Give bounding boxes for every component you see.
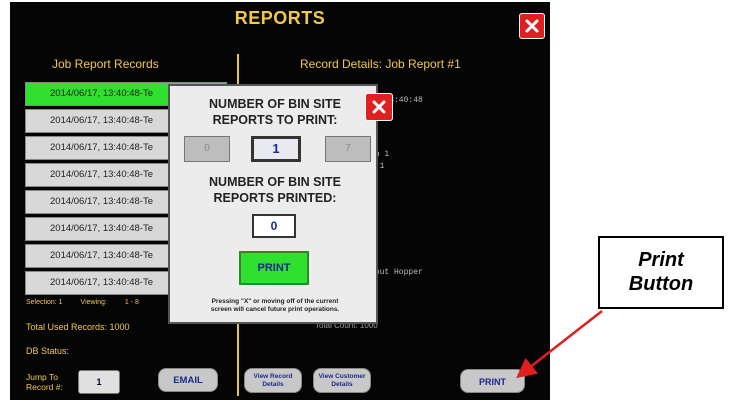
dialog-close-button[interactable]: [365, 93, 393, 121]
cancel-note: Pressing "X" or moving off of the curren…: [178, 298, 372, 314]
note-line: screen will cancel future print operatio…: [210, 306, 340, 313]
close-button[interactable]: [519, 13, 545, 39]
reports-printed-label: NUMBER OF BIN SITE REPORTS PRINTED:: [170, 174, 380, 206]
jump-label-line: Record #:: [26, 382, 63, 392]
dialog-title-line: REPORTS PRINTED:: [213, 191, 337, 205]
button-label-line: Details: [331, 381, 353, 388]
selection-label: Selection: 1: [26, 299, 63, 306]
button-label-line: Details: [262, 381, 284, 388]
reports-count-field[interactable]: 1: [251, 136, 301, 162]
selection-info: Selection: 1 Viewing: 1 - 8: [26, 299, 155, 306]
callout-line: Button: [628, 273, 694, 295]
callout-line: Print: [638, 249, 684, 271]
details-heading: Record Details: Job Report #1: [300, 57, 461, 71]
records-heading: Job Report Records: [52, 57, 159, 71]
note-line: Pressing "X" or moving off of the curren…: [211, 298, 339, 305]
jump-label: Jump To Record #:: [26, 372, 63, 392]
print-dialog: NUMBER OF BIN SITE REPORTS TO PRINT: 0 1…: [168, 84, 393, 324]
reports-to-print-label: NUMBER OF BIN SITE REPORTS TO PRINT:: [170, 96, 380, 128]
reports-printed-value: 0: [252, 214, 296, 238]
increment-button[interactable]: 7: [325, 136, 371, 162]
close-icon: [525, 19, 539, 33]
button-label-line: View Record: [253, 373, 293, 380]
dialog-title-line: NUMBER OF BIN SITE: [209, 175, 341, 189]
dialog-title-line: REPORTS TO PRINT:: [212, 113, 338, 127]
view-record-details-button[interactable]: View Record Details: [244, 368, 302, 393]
print-button-callout: Print Button: [598, 236, 724, 309]
close-icon: [372, 100, 386, 114]
view-customer-details-button[interactable]: View Customer Details: [313, 368, 371, 393]
page-title: REPORTS: [234, 8, 326, 28]
viewing-label: Viewing:: [80, 299, 107, 306]
dialog-title-line: NUMBER OF BIN SITE: [209, 97, 341, 111]
print-button[interactable]: PRINT: [460, 369, 525, 393]
db-status: DB Status:: [26, 346, 70, 356]
jump-record-input[interactable]: 1: [78, 370, 120, 394]
jump-label-line: Jump To: [26, 372, 58, 382]
decrement-button[interactable]: 0: [184, 136, 230, 162]
reports-screen: REPORTS Job Report Records Record Detail…: [10, 2, 550, 400]
button-label-line: View Customer: [318, 373, 366, 380]
viewing-range: 1 - 8: [124, 299, 139, 306]
email-button[interactable]: EMAIL: [158, 368, 218, 392]
total-used-records: Total Used Records: 1000: [26, 322, 130, 332]
dialog-print-button[interactable]: PRINT: [239, 251, 309, 285]
